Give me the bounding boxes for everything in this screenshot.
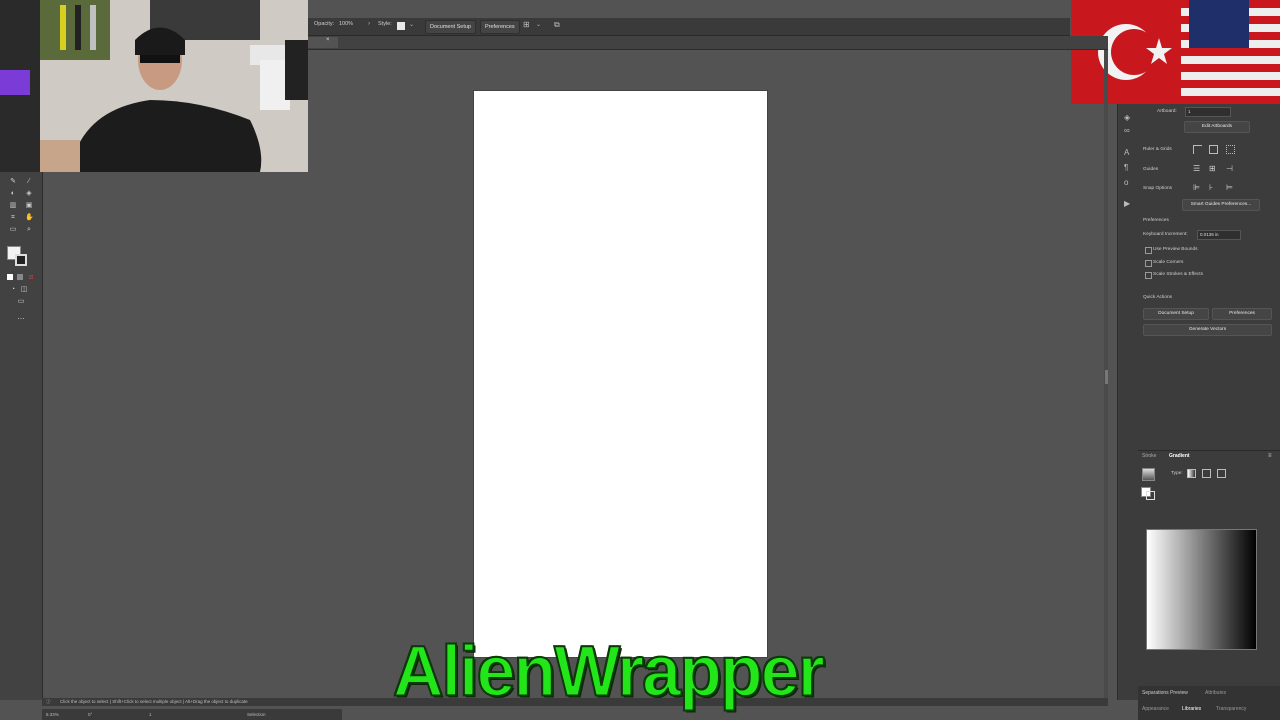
gradient-preview-swatch[interactable] (1142, 468, 1155, 481)
screen-mode-icon[interactable]: ◫ (20, 286, 28, 293)
grid-icon[interactable] (1209, 145, 1218, 154)
opacity-value[interactable]: 100% (339, 21, 353, 27)
preferences-button[interactable]: Preferences (480, 20, 520, 34)
change-screen-mode-icon[interactable]: ▭ (17, 298, 25, 305)
style-label: Style: (378, 21, 392, 27)
scale-corners-checkbox[interactable] (1145, 260, 1152, 267)
slice-tool-icon[interactable]: ⌗ (9, 214, 17, 221)
stroke-swatch[interactable] (15, 254, 27, 266)
bottom-panel-tabs: Separations Preview Attributes Appearanc… (1138, 686, 1280, 720)
artboard[interactable] (474, 91, 767, 657)
artboard-tool-icon[interactable]: ▣ (25, 202, 33, 209)
links-icon[interactable]: ∞ (1124, 127, 1132, 135)
artboard-navigator[interactable]: 1 (149, 712, 152, 717)
scale-strokes-effects-checkbox[interactable] (1145, 272, 1152, 279)
eyedropper-tool-icon[interactable]: ⁄ (25, 178, 33, 185)
panel-menu-icon[interactable]: ≡ (1268, 453, 1272, 459)
ruler-grids-label: Ruler & Grids (1143, 147, 1172, 152)
default-colors-icon[interactable] (7, 274, 13, 280)
chevron-down-icon[interactable]: ⌄ (536, 21, 541, 28)
use-preview-bounds-label: Use Preview Bounds (1153, 247, 1198, 252)
artboard-select[interactable]: 1 (1185, 107, 1231, 117)
character-icon[interactable]: A (1124, 149, 1132, 157)
tab-transparency[interactable]: Transparency (1216, 706, 1246, 712)
snap-grid-icon[interactable]: ⊦ (1209, 183, 1213, 192)
current-tool-field[interactable]: Selection (247, 712, 266, 717)
properties-panel: Artboard: 1 Edit Artboards Ruler & Grids… (1138, 104, 1280, 450)
chevron-down-icon[interactable]: ⌄ (409, 21, 414, 28)
play-icon[interactable]: ▶ (1124, 200, 1132, 208)
freeform-gradient-icon[interactable] (1217, 469, 1226, 478)
hand-tool-icon[interactable]: ✋ (25, 214, 34, 221)
snap-options-label: Snap Options (1143, 186, 1173, 191)
document-tab[interactable] (308, 37, 338, 48)
radial-gradient-icon[interactable] (1202, 469, 1211, 478)
watermark-text: AlienWrapper (392, 630, 826, 712)
webcam-overlay (0, 0, 308, 172)
stroke-indicator[interactable] (1146, 491, 1155, 500)
document-setup-quick-button[interactable]: Document Setup (1143, 308, 1209, 320)
status-bar: 8.33% 0° 1 Selection (42, 709, 342, 720)
layers-icon[interactable]: ◈ (1124, 114, 1132, 122)
pen-tool-icon[interactable]: ✎ (9, 178, 17, 185)
control-bar: Opacity: 100% › Style: ⌄ Document Setup … (308, 18, 1070, 36)
guides-label: Guides (1143, 167, 1159, 172)
tab-libraries[interactable]: Libraries (1182, 706, 1201, 712)
flag-overlay (1071, 0, 1280, 104)
preferences-heading: Preferences (1143, 218, 1169, 223)
type-label: Type: (1171, 471, 1183, 476)
close-icon[interactable]: × (326, 37, 330, 43)
zoom-field[interactable]: 8.33% (46, 712, 59, 717)
document-setup-button[interactable]: Document Setup (425, 20, 476, 34)
keyboard-increment-label: Keyboard Increment: (1143, 232, 1188, 237)
shape-builder-icon[interactable]: ◐ (9, 190, 17, 197)
smart-guides-preferences-button[interactable]: Smart Guides Preferences... (1182, 199, 1260, 211)
share-icon[interactable]: ⧉ (554, 20, 560, 30)
gradient-mode-icon[interactable] (17, 274, 23, 280)
tab-attributes[interactable]: Attributes (1205, 690, 1226, 696)
tab-stroke[interactable]: Stroke (1142, 453, 1156, 459)
scrollbar-thumb[interactable] (1105, 370, 1108, 384)
generate-vectors-button[interactable]: Generate Vectors (1143, 324, 1272, 336)
live-paint-icon[interactable]: ◈ (25, 190, 33, 197)
opentype-icon[interactable]: o (1124, 179, 1132, 187)
edit-artboards-button[interactable]: Edit Artboards (1184, 121, 1250, 133)
linear-gradient-icon[interactable] (1187, 469, 1196, 478)
none-color-icon[interactable]: ⧄ (27, 274, 35, 281)
arrange-icon[interactable]: ⊞ (523, 20, 530, 29)
ruler-icon[interactable] (1193, 145, 1202, 154)
pixel-grid-icon[interactable] (1226, 145, 1235, 154)
print-tiling-icon[interactable]: ▭ (9, 226, 17, 233)
guides-lock-icon[interactable]: ⊞ (1209, 164, 1216, 173)
chevron-right-icon[interactable]: › (368, 21, 370, 27)
snap-pixel-icon[interactable]: ⊨ (1226, 183, 1233, 192)
use-preview-bounds-checkbox[interactable] (1145, 247, 1152, 254)
tab-gradient[interactable]: Gradient (1169, 453, 1190, 459)
scale-corners-label: Scale Corners (1153, 260, 1184, 265)
opacity-label: Opacity: (314, 21, 335, 27)
info-icon: ⓘ (46, 699, 51, 704)
document-tab-bar: × (308, 36, 1108, 50)
draw-mode-icon[interactable]: ◔ (9, 286, 17, 293)
guides-make-icon[interactable]: ⊣ (1226, 164, 1233, 173)
artboard-label: Artboard: (1157, 109, 1177, 114)
style-swatch[interactable] (397, 22, 405, 30)
more-tools-icon[interactable]: ⋯ (17, 316, 25, 323)
guides-show-icon[interactable]: ☰ (1193, 164, 1200, 173)
rotation-field[interactable]: 0° (88, 712, 92, 717)
scale-strokes-effects-label: Scale Strokes & Effects (1153, 272, 1204, 277)
preferences-quick-button[interactable]: Preferences (1212, 308, 1272, 320)
keyboard-increment-input[interactable]: 0.0139 in (1197, 230, 1241, 240)
tab-appearance[interactable]: Appearance (1142, 706, 1169, 712)
gradient-slider-preview[interactable] (1146, 529, 1257, 650)
status-hint: Click the object to select | Shift+Click… (60, 699, 248, 704)
snap-point-icon[interactable]: ⊫ (1193, 183, 1200, 192)
tools-panel: ✎ ⁄ ◐ ◈ ▥ ▣ ⌗ ✋ ▭ ⌕ ⧄ ◔ ◫ ▭ ⋯ (0, 172, 43, 700)
paragraph-icon[interactable]: ¶ (1124, 164, 1132, 172)
graph-tool-icon[interactable]: ▥ (9, 202, 17, 209)
zoom-tool-icon[interactable]: ⌕ (25, 226, 33, 233)
tab-separations-preview[interactable]: Separations Preview (1142, 690, 1188, 696)
quick-actions-heading: Quick Actions (1143, 295, 1173, 300)
panel-icon-strip: ◈ ∞ A ¶ o ▶ (1117, 104, 1138, 700)
